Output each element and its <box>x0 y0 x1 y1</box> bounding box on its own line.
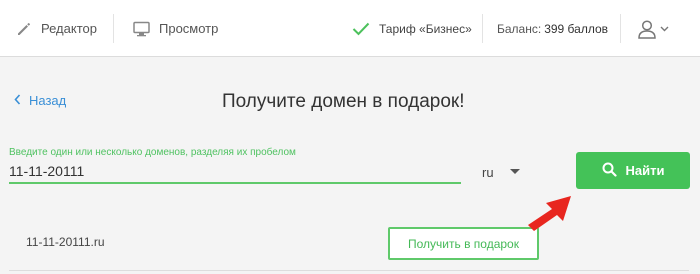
find-label: Найти <box>625 163 665 178</box>
divider <box>482 14 483 43</box>
balance-value: 399 баллов <box>544 21 609 36</box>
zone-selected-value: ru <box>482 164 494 180</box>
result-domain: 11-11-20111.ru <box>26 235 105 249</box>
balance-label: Баланс: <box>497 21 542 36</box>
zone-select[interactable]: ru <box>482 160 522 184</box>
page-title: Получите домен в подарок! <box>222 91 465 112</box>
result-divider <box>9 270 689 271</box>
domain-input[interactable] <box>9 160 461 184</box>
back-link[interactable]: Назад <box>14 93 66 108</box>
find-button[interactable]: Найти <box>576 152 690 189</box>
pencil-icon <box>16 21 32 37</box>
search-icon <box>602 162 617 180</box>
chevron-down-icon <box>660 26 669 32</box>
divider <box>113 14 114 43</box>
dropdown-caret-icon <box>510 169 520 174</box>
check-icon <box>352 22 370 36</box>
preview-label: Просмотр <box>159 21 219 36</box>
top-bar: Редактор Просмотр Тариф «Бизнес» Баланс:… <box>0 0 700 57</box>
domain-input-hint: Введите один или несколько доменов, разд… <box>9 147 296 158</box>
editor-label: Редактор <box>41 21 97 36</box>
tariff-link[interactable]: Тариф «Бизнес» <box>352 0 472 57</box>
editor-tab[interactable]: Редактор <box>16 0 97 57</box>
user-menu[interactable] <box>637 0 669 57</box>
balance-info: Баланс: 399 баллов <box>497 0 608 57</box>
get-gift-button[interactable]: Получить в подарок <box>388 227 539 260</box>
divider <box>620 14 621 43</box>
red-arrow-pointer <box>528 196 571 231</box>
back-label: Назад <box>29 93 67 108</box>
chevron-left-icon <box>14 93 21 108</box>
tariff-label: Тариф «Бизнес» <box>379 21 472 36</box>
preview-tab[interactable]: Просмотр <box>133 0 218 57</box>
monitor-icon <box>133 21 150 37</box>
user-icon <box>637 19 657 39</box>
